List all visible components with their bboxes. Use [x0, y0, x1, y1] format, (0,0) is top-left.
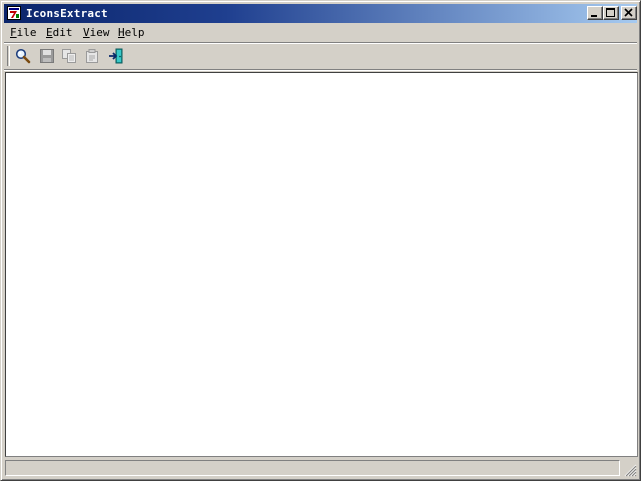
app-logo-icon[interactable]	[7, 6, 21, 20]
menu-edit[interactable]: Edit	[46, 26, 73, 40]
menu-help[interactable]: Help	[118, 26, 145, 40]
copy-icon	[62, 49, 76, 63]
icons-list-view[interactable]	[5, 72, 638, 457]
exit-icon	[109, 48, 123, 64]
toolbar-separator	[4, 69, 637, 71]
exit-button[interactable]	[105, 46, 127, 66]
status-bar	[4, 459, 637, 477]
minimize-button[interactable]	[587, 6, 603, 20]
close-button[interactable]	[621, 6, 637, 20]
save-button[interactable]	[36, 46, 58, 66]
copy-button[interactable]	[58, 46, 80, 66]
resize-grip-icon[interactable]	[623, 463, 637, 477]
save-icon	[40, 49, 54, 63]
toolbar	[4, 44, 637, 69]
menu-bar: File Edit View Help	[4, 24, 637, 42]
minimize-icon	[591, 15, 597, 17]
maximize-button[interactable]	[603, 6, 619, 20]
properties-icon	[86, 49, 98, 63]
window-title: IconsExtract	[26, 7, 108, 20]
menu-view[interactable]: View	[83, 26, 110, 40]
toolbar-grip[interactable]	[7, 46, 10, 66]
app-window: IconsExtract File Edit View Help	[0, 0, 641, 481]
maximize-icon	[606, 8, 615, 17]
properties-button[interactable]	[81, 46, 103, 66]
title-bar[interactable]: IconsExtract	[4, 4, 637, 23]
menu-file[interactable]: File	[10, 26, 37, 40]
close-icon	[624, 8, 633, 17]
status-panel	[5, 460, 620, 476]
find-icons-button[interactable]	[12, 46, 34, 66]
search-icon	[15, 48, 31, 64]
